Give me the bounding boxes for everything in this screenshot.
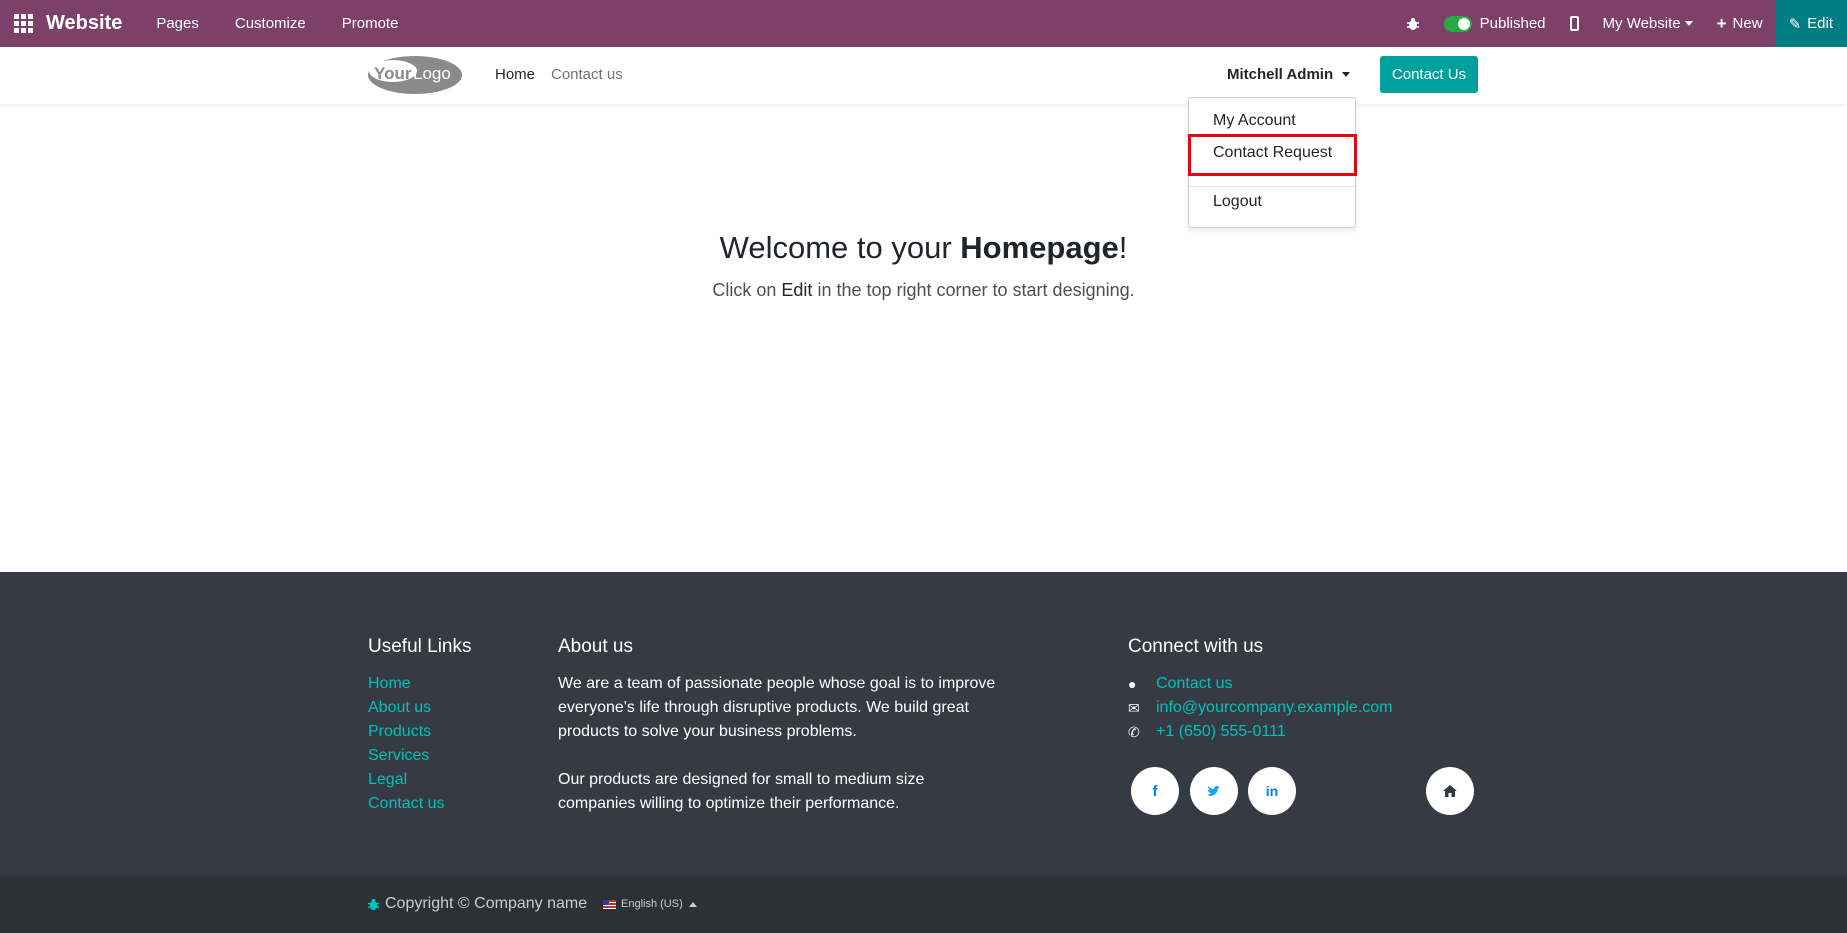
- about-text-line: We are a team of passionate people whose…: [558, 675, 996, 692]
- connect-contact-link[interactable]: Contact us: [1156, 675, 1232, 693]
- debug-bug-icon[interactable]: [1394, 0, 1432, 47]
- dropdown-item-logout[interactable]: Logout: [1213, 193, 1262, 211]
- contact-us-button[interactable]: Contact Us: [1380, 56, 1478, 93]
- footer-link-legal[interactable]: Legal: [368, 768, 472, 792]
- copyright-bar: Copyright © Company name English (US): [0, 876, 1847, 933]
- welcome-suffix: !: [1118, 230, 1128, 265]
- edit-button[interactable]: ✎ Edit: [1774, 0, 1847, 47]
- logo-text-your: Your: [374, 64, 412, 83]
- user-dropdown-menu: My Account Contact Request Logout: [1188, 97, 1357, 228]
- footer-link-home[interactable]: Home: [368, 672, 472, 696]
- chevron-down-icon: [1684, 21, 1693, 26]
- dropdown-item-contact-request[interactable]: Contact Request: [1213, 144, 1332, 162]
- footer-link-services[interactable]: Services: [368, 744, 472, 768]
- welcome-prefix: Welcome to your: [719, 230, 961, 265]
- sub-suffix: in the top right corner to start designi…: [812, 280, 1135, 300]
- facebook-icon[interactable]: f: [1131, 767, 1179, 815]
- new-label: New: [1732, 15, 1763, 32]
- chevron-down-icon: [1342, 72, 1351, 77]
- copyright: Copyright © Company name: [367, 895, 587, 913]
- chevron-up-icon: [688, 901, 697, 907]
- website-selector-label: My Website: [1602, 15, 1681, 32]
- bug-icon: [367, 898, 380, 910]
- useful-links-title: Useful Links: [368, 636, 472, 657]
- pencil-icon: ✎: [1788, 15, 1802, 33]
- user-menu-toggle[interactable]: Mitchell Admin: [1227, 66, 1351, 83]
- sub-prefix: Click on: [712, 280, 782, 300]
- connect-email-link[interactable]: info@yourcompany.example.com: [1156, 699, 1393, 717]
- toggle-switch[interactable]: [1443, 15, 1472, 32]
- connect-email-row[interactable]: ✉ info@yourcompany.example.com: [1128, 696, 1393, 720]
- welcome-heading: Welcome to your Homepage!: [0, 230, 1847, 266]
- connect-phone-row[interactable]: ✆ +1 (650) 555-0111: [1128, 720, 1393, 744]
- nav-home[interactable]: Home: [495, 66, 535, 83]
- plus-icon: +: [1716, 13, 1727, 33]
- connect-contact-row[interactable]: ● Contact us: [1128, 672, 1393, 696]
- apps-menu-icon[interactable]: [0, 0, 46, 47]
- dropdown-divider: [1189, 186, 1355, 187]
- dropdown-item-my-account[interactable]: My Account: [1213, 112, 1296, 130]
- copyright-text: Copyright © Company name: [385, 895, 588, 912]
- menu-promote[interactable]: Promote: [324, 0, 417, 47]
- company-logo[interactable]: Your Logo: [367, 55, 464, 95]
- about-text-line: Our products are designed for small to m…: [558, 771, 925, 788]
- home-icon[interactable]: [1426, 767, 1474, 815]
- linkedin-icon[interactable]: in: [1248, 767, 1296, 815]
- about-text-line: companies willing to optimize their perf…: [558, 795, 900, 812]
- footer-connect: Connect with us ● Contact us ✉ info@your…: [1128, 636, 1393, 744]
- menu-pages[interactable]: Pages: [138, 0, 217, 47]
- app-title[interactable]: Website: [46, 12, 122, 35]
- footer-useful-links: Useful Links Home About us Products Serv…: [368, 636, 472, 816]
- welcome-subtitle: Click on Edit in the top right corner to…: [0, 280, 1847, 301]
- connect-title: Connect with us: [1128, 636, 1264, 657]
- new-button[interactable]: + New: [1705, 0, 1775, 47]
- mobile-preview-icon[interactable]: [1558, 0, 1591, 47]
- footer-link-about[interactable]: About us: [368, 696, 472, 720]
- about-text-line: everyone's life through disruptive produ…: [558, 699, 969, 716]
- language-label: English (US): [621, 898, 683, 910]
- footer-link-contact[interactable]: Contact us: [368, 792, 472, 816]
- twitter-icon[interactable]: [1190, 767, 1238, 815]
- envelope-icon: ✉: [1128, 699, 1140, 716]
- published-toggle[interactable]: Published: [1432, 0, 1558, 47]
- admin-navbar: Website Pages Customize Promote Publishe…: [0, 0, 1847, 47]
- published-label: Published: [1479, 15, 1546, 32]
- logo-text-logo: Logo: [413, 64, 451, 83]
- about-title: About us: [558, 636, 633, 657]
- sub-edit: Edit: [781, 280, 813, 300]
- site-header: Your Logo Home Contact us Mitchell Admin…: [0, 47, 1847, 104]
- welcome-bold: Homepage: [960, 230, 1119, 265]
- footer-link-products[interactable]: Products: [368, 720, 472, 744]
- phone-icon: ✆: [1128, 723, 1140, 740]
- website-selector[interactable]: My Website: [1591, 0, 1705, 47]
- footer: Useful Links Home About us Products Serv…: [0, 572, 1847, 876]
- connect-phone-link[interactable]: +1 (650) 555-0111: [1156, 723, 1286, 741]
- about-text-line: products to solve your business problems…: [558, 723, 857, 740]
- comment-icon: ●: [1128, 676, 1137, 692]
- user-name: Mitchell Admin: [1227, 66, 1334, 83]
- edit-label: Edit: [1807, 15, 1833, 32]
- footer-about: About us We are a team of passionate peo…: [558, 636, 995, 816]
- language-selector[interactable]: English (US): [603, 898, 697, 910]
- us-flag-icon: [603, 899, 616, 909]
- nav-contact-us[interactable]: Contact us: [551, 66, 623, 83]
- menu-customize[interactable]: Customize: [217, 0, 324, 47]
